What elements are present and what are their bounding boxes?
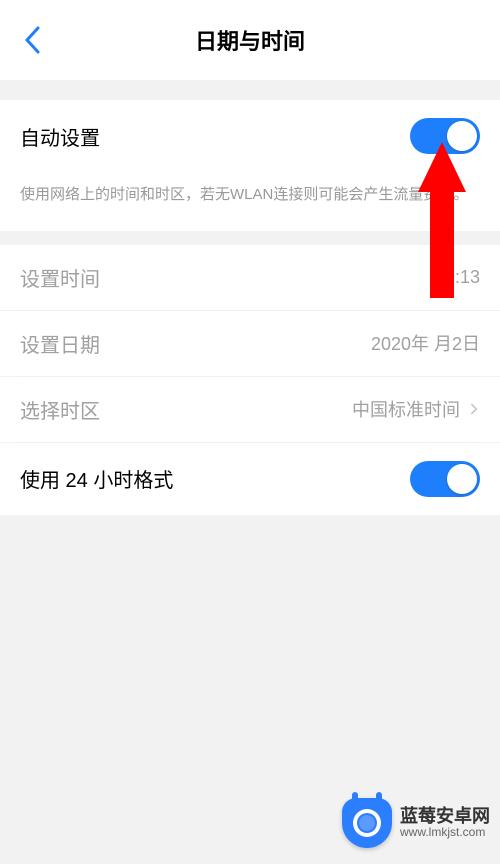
chevron-right-icon <box>468 403 480 415</box>
timezone-label: 选择时区 <box>20 395 100 424</box>
auto-set-description: 使用网络上的时间和时区，若无WLAN连接则可能会产生流量费用。 <box>0 172 500 231</box>
set-time-value: 9:13 <box>445 267 480 288</box>
format24-row[interactable]: 使用 24 小时格式 <box>0 443 500 515</box>
page-title: 日期与时间 <box>0 24 500 56</box>
set-date-row: 设置日期 2020年 月2日 <box>0 311 500 376</box>
format24-toggle[interactable] <box>410 461 480 497</box>
timezone-value: 中国标准时间 <box>352 396 480 422</box>
watermark: 蓝莓安卓网 www.lmkjst.com <box>342 798 490 848</box>
watermark-logo-icon <box>342 798 392 848</box>
auto-set-row[interactable]: 自动设置 <box>0 100 500 172</box>
set-time-row: 设置时间 9:13 <box>0 245 500 310</box>
auto-set-toggle[interactable] <box>410 118 480 154</box>
header: 日期与时间 <box>0 0 500 80</box>
watermark-url: www.lmkjst.com <box>400 826 490 840</box>
timezone-row: 选择时区 中国标准时间 <box>0 377 500 442</box>
set-time-label: 设置时间 <box>20 263 100 292</box>
section-gap <box>0 231 500 245</box>
format24-label: 使用 24 小时格式 <box>20 464 173 493</box>
watermark-brand: 蓝莓安卓网 <box>400 806 490 827</box>
set-date-label: 设置日期 <box>20 329 100 358</box>
back-button[interactable] <box>20 28 44 52</box>
timezone-value-text: 中国标准时间 <box>352 396 460 422</box>
watermark-text: 蓝莓安卓网 www.lmkjst.com <box>400 806 490 840</box>
auto-set-label: 自动设置 <box>20 122 100 151</box>
chevron-left-icon <box>24 26 40 54</box>
section-gap <box>0 80 500 100</box>
set-date-value: 2020年 月2日 <box>371 330 480 356</box>
